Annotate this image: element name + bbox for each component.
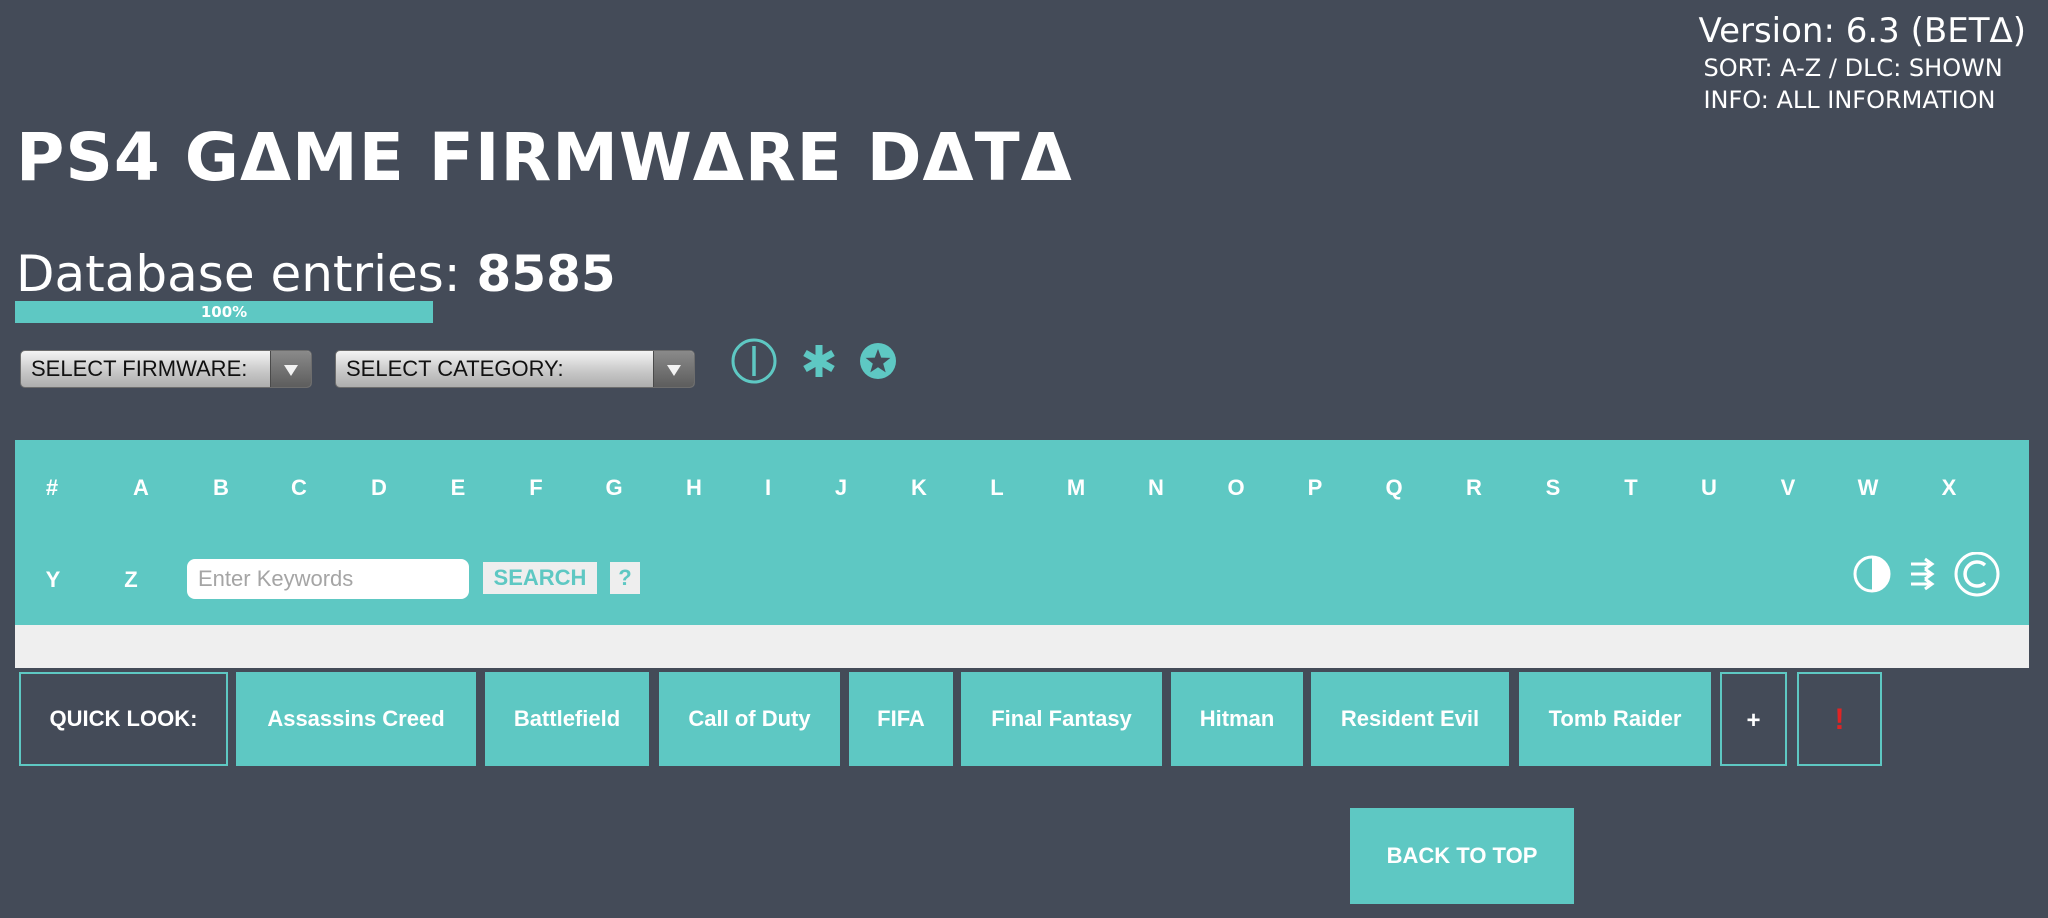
letter-link-i[interactable]: I — [738, 473, 798, 503]
alphabet-bar: # ABCDEFGHIJKLMNOPQRSTUVWX YZ SEARCH ? — [15, 440, 2029, 625]
letter-link-z[interactable]: Z — [101, 565, 161, 595]
quick-look-add-button[interactable]: + — [1720, 672, 1787, 766]
letter-link-o[interactable]: O — [1206, 473, 1266, 503]
quick-look-hitman[interactable]: Hitman — [1171, 672, 1303, 766]
quick-look-label: QUICK LOOK: — [19, 672, 228, 766]
contrast-icon[interactable] — [1852, 552, 1892, 601]
letter-link-l[interactable]: L — [967, 473, 1027, 503]
quick-look-final-fantasy[interactable]: Final Fantasy — [961, 672, 1162, 766]
letter-link-v[interactable]: V — [1758, 473, 1818, 503]
letter-link-j[interactable]: J — [811, 473, 871, 503]
divider-strip — [15, 625, 2029, 668]
database-entries: Database entries: 8585 — [16, 245, 616, 303]
letter-link-k[interactable]: K — [889, 473, 949, 503]
letter-link-h[interactable]: H — [664, 473, 724, 503]
firmware-select-label: SELECT FIRMWARE: — [31, 356, 248, 381]
letter-link-r[interactable]: R — [1444, 473, 1504, 503]
quick-look-alert-button[interactable]: ! — [1797, 672, 1882, 766]
quick-look-resident-evil[interactable]: Resident Evil — [1311, 672, 1509, 766]
progress-bar: 100% — [15, 301, 433, 323]
copyright-icon[interactable] — [1953, 551, 2001, 605]
quick-look-battlefield[interactable]: Battlefield — [485, 672, 649, 766]
letter-link-f[interactable]: F — [506, 473, 566, 503]
category-select[interactable]: SELECT CATEGORY: — [335, 350, 695, 388]
letter-link-g[interactable]: G — [584, 473, 644, 503]
quick-look-tomb-raider[interactable]: Tomb Raider — [1519, 672, 1711, 766]
help-button[interactable]: ? — [610, 562, 640, 594]
letter-link-a[interactable]: A — [111, 473, 171, 503]
version-info: Version: 6.3 (BETΔ) SORT: A-Z / DLC: SHO… — [1698, 10, 2026, 116]
version-label: Version: 6.3 (BETΔ) — [1698, 11, 2026, 51]
letter-link-s[interactable]: S — [1523, 473, 1583, 503]
category-select-label: SELECT CATEGORY: — [346, 356, 564, 381]
quick-look-assassins-creed[interactable]: Assassins Creed — [236, 672, 476, 766]
letter-link-d[interactable]: D — [349, 473, 409, 503]
letter-link-c[interactable]: C — [269, 473, 329, 503]
firmware-select[interactable]: SELECT FIRMWARE: — [20, 350, 312, 388]
info-status: INFO: ALL INFORMATION — [1703, 86, 1996, 114]
quick-look-fifa[interactable]: FIFA — [849, 672, 953, 766]
letter-link-y[interactable]: Y — [23, 565, 83, 595]
search-input[interactable] — [187, 559, 469, 599]
sort-status: SORT: A-Z / DLC: SHOWN — [1703, 54, 2003, 82]
quick-look-call-of-duty[interactable]: Call of Duty — [659, 672, 840, 766]
page-title: PS4 GΔME FIRMWΔRE DΔTΔ — [16, 119, 1073, 196]
letter-link-q[interactable]: Q — [1364, 473, 1424, 503]
letter-link-p[interactable]: P — [1285, 473, 1345, 503]
chevron-down-icon — [653, 351, 694, 387]
letter-link-u[interactable]: U — [1679, 473, 1739, 503]
chevron-down-icon — [270, 351, 311, 387]
asterisk-icon[interactable] — [798, 337, 840, 390]
back-to-top-button[interactable]: BACK TO TOP — [1350, 808, 1574, 904]
database-entries-label: Database entries: — [16, 245, 461, 303]
letter-link-m[interactable]: M — [1046, 473, 1106, 503]
letter-link-hash[interactable]: # — [22, 473, 82, 503]
database-entries-count: 8585 — [476, 245, 616, 303]
letter-link-t[interactable]: T — [1601, 473, 1661, 503]
progress-fill: 100% — [15, 301, 433, 323]
letter-link-w[interactable]: W — [1838, 473, 1898, 503]
letter-link-b[interactable]: B — [191, 473, 251, 503]
letter-link-e[interactable]: E — [428, 473, 488, 503]
search-button[interactable]: SEARCH — [483, 562, 597, 594]
power-icon[interactable] — [730, 337, 778, 390]
letter-link-n[interactable]: N — [1126, 473, 1186, 503]
list-arrows-icon[interactable] — [1908, 552, 1938, 601]
progress-label: 100% — [200, 303, 248, 321]
letter-link-x[interactable]: X — [1919, 473, 1979, 503]
star-badge-icon[interactable] — [856, 337, 900, 390]
